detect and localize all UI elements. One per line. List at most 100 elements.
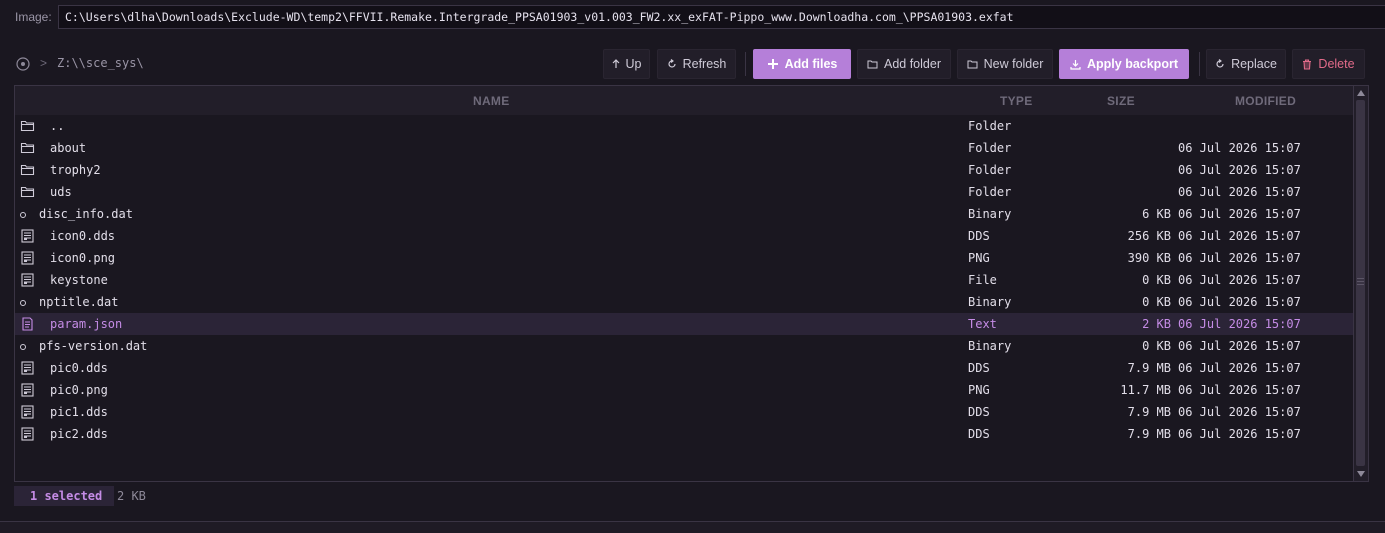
table-row[interactable]: pic0.png PNG 11.7 MB 06 Jul 2026 15:07: [15, 379, 1355, 401]
refresh-button-label: Refresh: [682, 57, 727, 71]
image-file-icon: [20, 361, 35, 375]
file-modified: 06 Jul 2026 15:07: [1178, 383, 1301, 397]
file-type: DDS: [968, 229, 990, 243]
file-size: 6 KB: [1142, 207, 1171, 221]
image-path-label: Image:: [15, 10, 52, 24]
bottom-panel: [0, 522, 1385, 533]
file-type: PNG: [968, 251, 990, 265]
file-type: Folder: [968, 185, 1012, 199]
table-row[interactable]: .. Folder: [15, 115, 1355, 137]
up-button[interactable]: Up: [603, 49, 650, 79]
file-name: pic1.dds: [50, 405, 108, 419]
file-name: nptitle.dat: [39, 295, 119, 309]
folder-icon: [20, 185, 35, 199]
file-modified: 06 Jul 2026 15:07: [1178, 207, 1301, 221]
image-file-icon: [20, 273, 35, 287]
table-row[interactable]: pic0.dds DDS 7.9 MB 06 Jul 2026 15:07: [15, 357, 1355, 379]
file-type: DDS: [968, 405, 990, 419]
file-type: Folder: [968, 141, 1012, 155]
binary-dot-icon: [20, 300, 26, 306]
file-name: disc_info.dat: [39, 207, 133, 221]
column-header-modified[interactable]: MODIFIED: [1235, 94, 1296, 108]
vertical-scrollbar[interactable]: [1353, 86, 1368, 481]
table-header: NAME TYPE SIZE MODIFIED: [15, 86, 1355, 115]
scroll-thumb[interactable]: [1356, 100, 1365, 466]
status-bar: 1 selected 2 KB: [14, 486, 1369, 508]
refresh-icon: [668, 59, 676, 68]
table-row[interactable]: pic2.dds DDS 7.9 MB 06 Jul 2026 15:07: [15, 423, 1355, 445]
table-row[interactable]: trophy2 Folder 06 Jul 2026 15:07: [15, 159, 1355, 181]
table-row[interactable]: about Folder 06 Jul 2026 15:07: [15, 137, 1355, 159]
folder-icon: [20, 119, 35, 133]
table-row[interactable]: pfs-version.dat Binary 0 KB 06 Jul 2026 15:…: [15, 335, 1355, 357]
file-modified: 06 Jul 2026 15:07: [1178, 427, 1301, 441]
file-type: File: [968, 273, 997, 287]
add-files-button[interactable]: Add files: [753, 49, 851, 79]
trash-icon: [1303, 58, 1312, 70]
file-size: 0 KB: [1142, 295, 1171, 309]
file-name: icon0.png: [50, 251, 116, 265]
table-row[interactable]: keystone File 0 KB 06 Jul 2026 15:07: [15, 269, 1355, 291]
table-row[interactable]: pic1.dds DDS 7.9 MB 06 Jul 2026 15:07: [15, 401, 1355, 423]
file-size: 0 KB: [1142, 273, 1171, 287]
column-header-name[interactable]: NAME: [473, 94, 510, 108]
replace-button-label: Replace: [1231, 57, 1277, 71]
breadcrumb-separator: >: [40, 56, 48, 70]
file-type: Binary: [968, 339, 1012, 353]
scroll-grip: [1357, 278, 1364, 279]
new-folder-icon: [967, 60, 978, 69]
table-row[interactable]: icon0.png PNG 390 KB 06 Jul 2026 15:07: [15, 247, 1355, 269]
toolbar-divider: [745, 52, 746, 76]
file-modified: 06 Jul 2026 15:07: [1178, 295, 1301, 309]
file-modified: 06 Jul 2026 15:07: [1178, 163, 1301, 177]
file-name: pfs-version.dat: [39, 339, 148, 353]
folder-icon: [20, 141, 35, 155]
apply-backport-button[interactable]: Apply backport: [1059, 49, 1189, 79]
image-file-icon: [20, 405, 35, 419]
image-path-input[interactable]: C:\Users\dlha\Downloads\Exclude-WD\temp2…: [58, 5, 1385, 29]
replace-icon: [1216, 59, 1224, 68]
table-row[interactable]: param.json Text 2 KB 06 Jul 2026 15:07: [15, 313, 1355, 335]
binary-dot-icon: [20, 212, 26, 218]
file-type: Folder: [968, 163, 1012, 177]
image-file-icon: [20, 427, 35, 441]
table-row[interactable]: disc_info.dat Binary 6 KB 06 Jul 2026 15:07: [15, 203, 1355, 225]
table-row[interactable]: icon0.dds DDS 256 KB 06 Jul 2026 15:07: [15, 225, 1355, 247]
delete-button[interactable]: Delete: [1292, 49, 1365, 79]
table-row[interactable]: nptitle.dat Binary 0 KB 06 Jul 2026 15:07: [15, 291, 1355, 313]
toolbar-divider: [1199, 52, 1200, 76]
scroll-grip: [1357, 284, 1364, 285]
file-modified: 06 Jul 2026 15:07: [1178, 339, 1301, 353]
scroll-up-arrow[interactable]: [1357, 90, 1365, 96]
file-name: pic0.dds: [50, 361, 108, 375]
scroll-down-arrow[interactable]: [1357, 471, 1365, 477]
file-name: trophy2: [50, 163, 101, 177]
refresh-button[interactable]: Refresh: [657, 49, 736, 79]
plus-icon: [767, 59, 778, 69]
replace-button[interactable]: Replace: [1206, 49, 1286, 79]
selection-count: 1 selected: [14, 486, 115, 506]
disc-icon[interactable]: [16, 57, 30, 71]
file-type: Folder: [968, 119, 1012, 133]
file-size: 11.7 MB: [1120, 383, 1171, 397]
add-folder-button[interactable]: Add folder: [857, 49, 951, 79]
folder-add-icon: [867, 60, 878, 69]
column-header-size[interactable]: SIZE: [1107, 94, 1135, 108]
file-modified: 06 Jul 2026 15:07: [1178, 141, 1301, 155]
table-row[interactable]: uds Folder 06 Jul 2026 15:07: [15, 181, 1355, 203]
file-name: pic0.png: [50, 383, 108, 397]
file-size: 256 KB: [1127, 229, 1171, 243]
file-name: pic2.dds: [50, 427, 108, 441]
file-modified: 06 Jul 2026 15:07: [1178, 273, 1301, 287]
add-folder-button-label: Add folder: [884, 57, 941, 71]
arrow-up-icon: [612, 59, 619, 68]
image-file-icon: [20, 383, 35, 397]
column-header-type[interactable]: TYPE: [1000, 94, 1033, 108]
file-table: NAME TYPE SIZE MODIFIED .. Folder about Fol…: [14, 85, 1369, 482]
breadcrumb-path[interactable]: Z:\\sce_sys\: [57, 56, 144, 70]
image-file-icon: [20, 251, 35, 265]
binary-dot-icon: [20, 344, 26, 350]
file-type: DDS: [968, 361, 990, 375]
file-size: 0 KB: [1142, 339, 1171, 353]
new-folder-button[interactable]: New folder: [957, 49, 1053, 79]
